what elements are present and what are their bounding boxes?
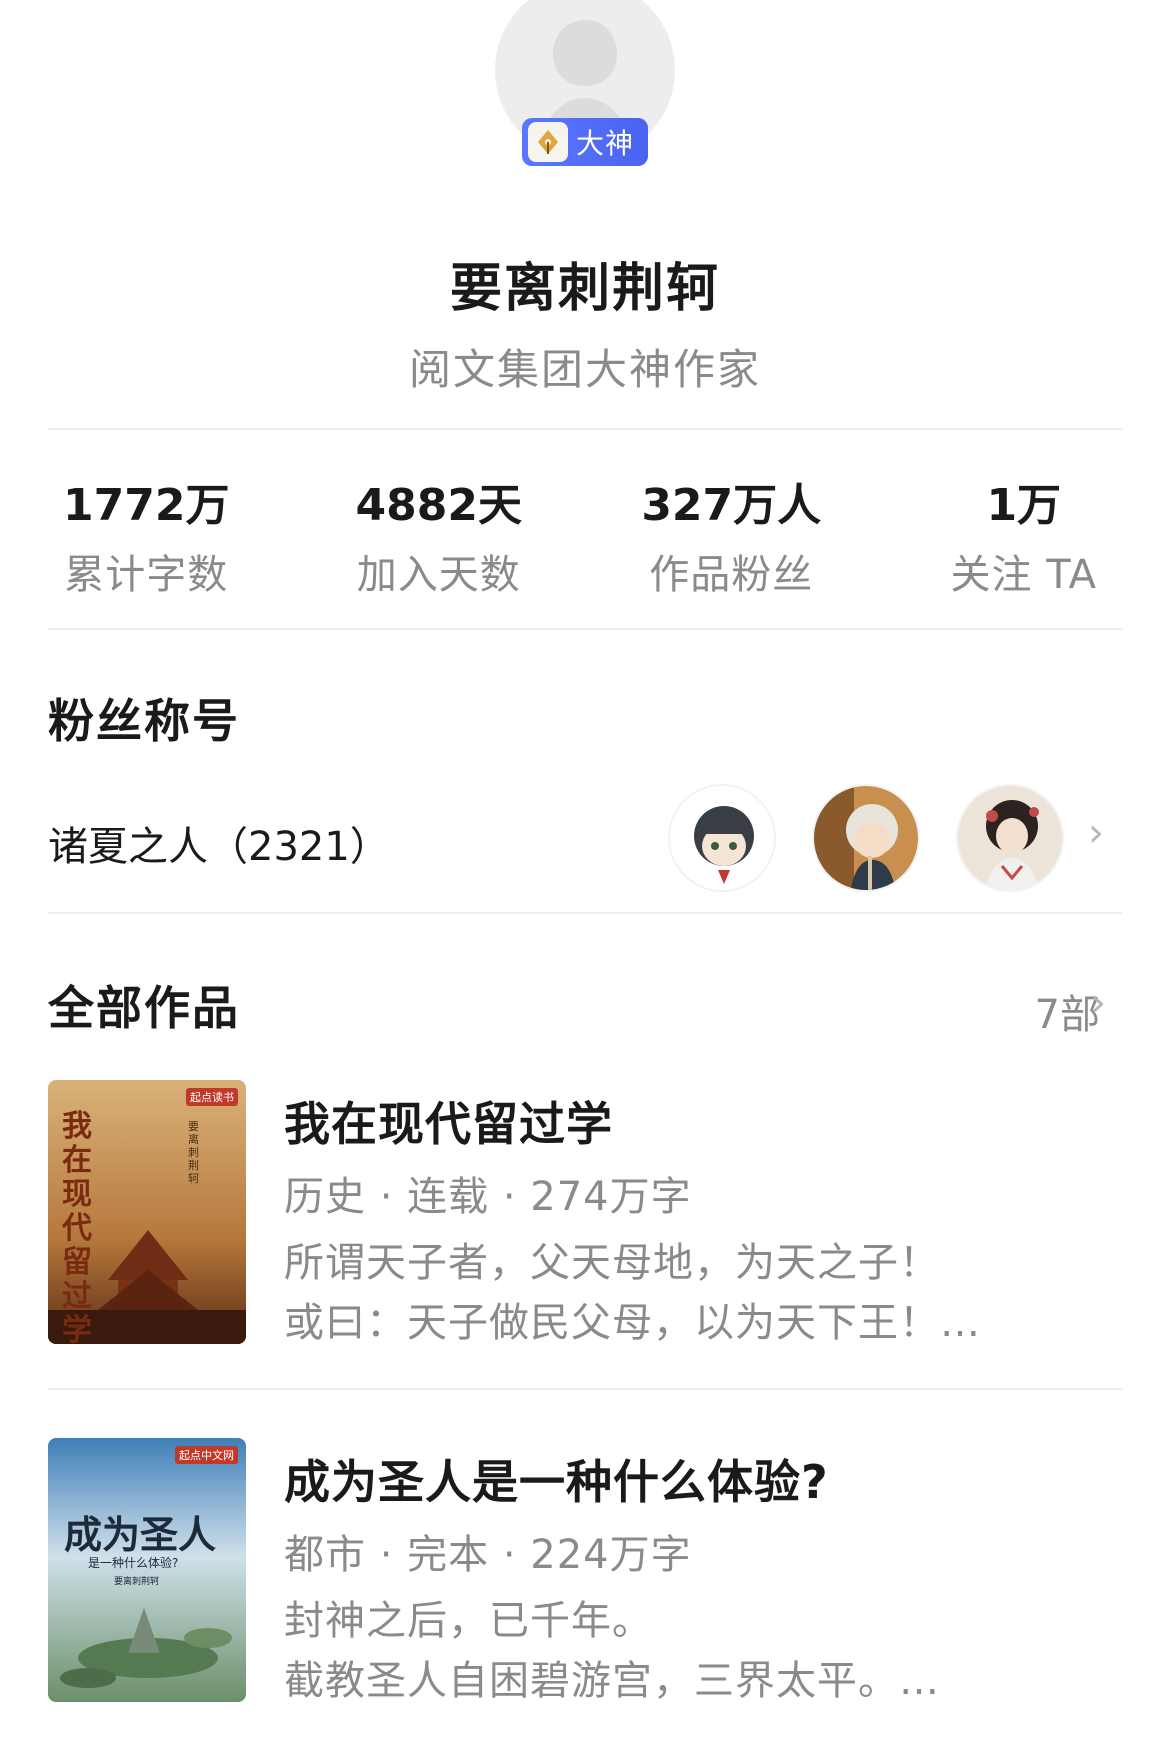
great-author-badge: 大神 (522, 118, 648, 166)
book-cover[interactable]: 起点读书 我在现代留过学 要离刺荆轲 (48, 1080, 246, 1344)
fan-avatar[interactable] (668, 784, 776, 892)
divider (48, 1388, 1122, 1390)
cover-brand: 起点中文网 (175, 1446, 238, 1464)
pen-nib-icon (528, 122, 568, 162)
fan-title-row[interactable]: 诸夏之人（2321） › (48, 776, 1122, 896)
chevron-right-icon[interactable]: › (1088, 810, 1104, 856)
book-item[interactable]: 起点读书 我在现代留过学 要离刺荆轲 我在现代留过学 历史 · 连载 · 274… (48, 1080, 1122, 1346)
badge-label: 大神 (576, 127, 635, 160)
author-title: 阅文集团大神作家 (408, 345, 761, 394)
book-item[interactable]: 起点中文网 成为圣人 是一种什么体验? 要离刺荆轲 成为圣人是一种什么体验? 都… (48, 1438, 1122, 1704)
fan-avatar[interactable] (956, 784, 1064, 892)
stat-value: 4882天 (355, 480, 522, 531)
stat-label: 关注 TA (950, 552, 1097, 598)
stat-label: 作品粉丝 (649, 552, 814, 598)
stat-days-joined[interactable]: 4882天 加入天数 (293, 478, 586, 600)
cover-brand: 起点读书 (186, 1088, 238, 1106)
fan-avatar-image (814, 786, 918, 890)
stat-following[interactable]: 1万 关注 TA (878, 478, 1170, 600)
all-works-heading: 全部作品 (48, 981, 240, 1035)
cover-title: 我在现代留过学 (62, 1109, 92, 1345)
fan-avatar-image (670, 786, 774, 890)
book-cover[interactable]: 起点中文网 成为圣人 是一种什么体验? 要离刺荆轲 (48, 1438, 246, 1702)
cover-subtitle: 是一种什么体验? (88, 1556, 179, 1570)
stat-value: 327万人 (641, 480, 822, 531)
stat-label: 累计字数 (64, 552, 229, 598)
fan-avatar-image (958, 786, 1062, 890)
book-meta: 历史 · 连载 · 274万字 (284, 1174, 692, 1220)
fan-title-section-heading: 粉丝称号 (48, 694, 240, 748)
stat-label: 加入天数 (356, 552, 521, 598)
cover-title: 成为圣人 (64, 1512, 217, 1557)
author-name: 要离刺荆轲 (449, 259, 720, 319)
divider (48, 628, 1122, 630)
stat-work-fans[interactable]: 327万人 作品粉丝 (585, 478, 878, 600)
cover-author: 要离刺荆轲 (114, 1577, 160, 1587)
fan-title-name: 诸夏之人（2321） (48, 824, 390, 870)
divider (48, 912, 1122, 914)
stat-value: 1万 (986, 480, 1062, 531)
cover-author: 要离刺荆轲 (188, 1120, 199, 1185)
book-description-line: 所谓天子者，父天母地，为天之子！ (284, 1240, 940, 1286)
fan-avatar[interactable] (812, 784, 920, 892)
book-description-line: 封神之后，已千年。 (284, 1598, 653, 1644)
book-description-line: 截教圣人自困碧游宫，三界太平。… (284, 1658, 940, 1704)
book-title: 我在现代留过学 (284, 1097, 613, 1151)
stat-total-words[interactable]: 1772万 累计字数 (0, 478, 293, 600)
stat-value: 1772万 (63, 480, 230, 531)
stats-row: 1772万 累计字数 4882天 加入天数 327万人 作品粉丝 1万 关注 T… (0, 478, 1170, 600)
book-title: 成为圣人是一种什么体验? (284, 1455, 829, 1509)
book-description-line: 或曰：天子做民父母，以为天下王！… (284, 1300, 981, 1346)
author-avatar-container: 大神 (495, 0, 675, 166)
book-meta: 都市 · 完本 · 224万字 (284, 1532, 692, 1578)
divider (48, 428, 1122, 430)
chevron-right-icon[interactable]: › (1090, 980, 1106, 1026)
